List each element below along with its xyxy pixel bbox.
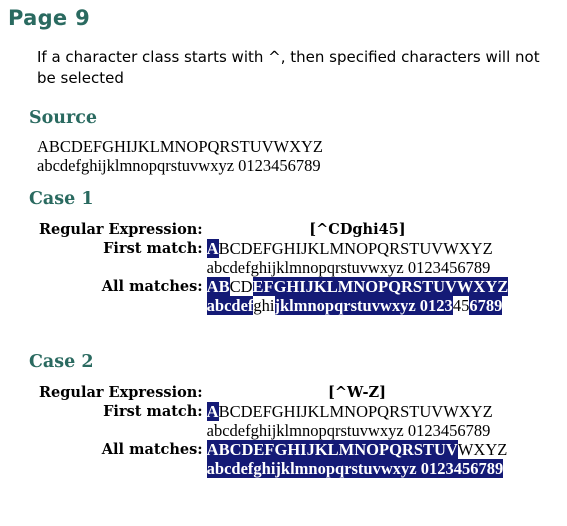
match-line: abcdefghijklmnopqrstuvwxyz 0123456789 <box>206 296 509 315</box>
highlighted-match: abcdefghijklmnopqrstuvwxyz 0123456789 <box>206 459 504 478</box>
source-heading: Source <box>29 108 98 128</box>
all-matches-label: All matches: <box>101 278 203 295</box>
highlighted-match: abcdef <box>206 296 254 315</box>
all-matches-result: ABCDEFGHIJKLMNOPQRSTUVWXYZ abcdefghijklmn… <box>206 277 509 315</box>
regex-value: [^CDghi45] <box>309 221 406 238</box>
case-2-table: Regular Expression: [^W-Z] First match: … <box>39 383 507 478</box>
highlighted-match: jklmnopqrstuvwxyz 0123 <box>274 296 453 315</box>
case-2-heading: Case 2 <box>29 352 94 372</box>
first-match-result: ABCDEFGHIJKLMNOPQRSTUVWXYZ abcdefghijklmn… <box>206 402 508 440</box>
highlighted-match: 6789 <box>469 296 503 315</box>
unmatched-text: BCDEFGHIJKLMNOPQRSTUVWXYZ <box>218 239 493 258</box>
regex-value: [^W-Z] <box>328 384 386 401</box>
first-match-result: ABCDEFGHIJKLMNOPQRSTUVWXYZ abcdefghijklmn… <box>206 239 509 277</box>
match-line: ABCDEFGHIJKLMNOPQRSTUVWXYZ <box>206 402 508 421</box>
unmatched-text: 45 <box>452 296 470 315</box>
match-line: ABCDEFGHIJKLMNOPQRSTUVWXYZ <box>206 277 509 296</box>
case-1-heading: Case 1 <box>29 189 94 209</box>
regex-label: Regular Expression: <box>39 221 203 238</box>
highlighted-match: AB <box>206 277 230 296</box>
match-line: ABCDEFGHIJKLMNOPQRSTUVWXYZ <box>206 440 508 459</box>
all-matches-result: ABCDEFGHIJKLMNOPQRSTUVWXYZ abcdefghijklmn… <box>206 440 508 478</box>
source-text: ABCDEFGHIJKLMNOPQRSTUVWXYZ abcdefghijklm… <box>37 137 323 175</box>
unmatched-text: abcdefghijklmnopqrstuvwxyz 0123456789 <box>206 421 491 440</box>
intro-text: If a character class starts with ^, then… <box>37 48 540 87</box>
unmatched-text: BCDEFGHIJKLMNOPQRSTUVWXYZ <box>218 402 493 421</box>
all-matches-label: All matches: <box>101 441 203 458</box>
unmatched-text: ghi <box>253 296 275 315</box>
unmatched-text: WXYZ <box>457 440 508 459</box>
page-title: Page 9 <box>8 6 90 30</box>
source-line-lowercase: abcdefghijklmnopqrstuvwxyz 0123456789 <box>37 156 321 175</box>
unmatched-text: CD <box>229 277 253 296</box>
match-line: ABCDEFGHIJKLMNOPQRSTUVWXYZ <box>206 239 509 258</box>
first-match-label: First match: <box>103 403 203 420</box>
highlighted-match: A <box>206 402 219 421</box>
match-line: abcdefghijklmnopqrstuvwxyz 0123456789 <box>206 459 508 478</box>
unmatched-text: abcdefghijklmnopqrstuvwxyz 0123456789 <box>206 258 491 277</box>
highlighted-match: EFGHIJKLMNOPQRSTUVWXYZ <box>252 277 509 296</box>
match-line: abcdefghijklmnopqrstuvwxyz 0123456789 <box>207 421 508 440</box>
match-line: abcdefghijklmnopqrstuvwxyz 0123456789 <box>207 258 509 277</box>
regex-label: Regular Expression: <box>39 384 203 401</box>
highlighted-match: A <box>206 239 219 258</box>
first-match-label: First match: <box>103 240 203 257</box>
highlighted-match: ABCDEFGHIJKLMNOPQRSTUV <box>206 440 458 459</box>
source-line-uppercase: ABCDEFGHIJKLMNOPQRSTUVWXYZ <box>37 137 324 156</box>
case-1-table: Regular Expression: [^CDghi45] First mat… <box>39 220 509 315</box>
